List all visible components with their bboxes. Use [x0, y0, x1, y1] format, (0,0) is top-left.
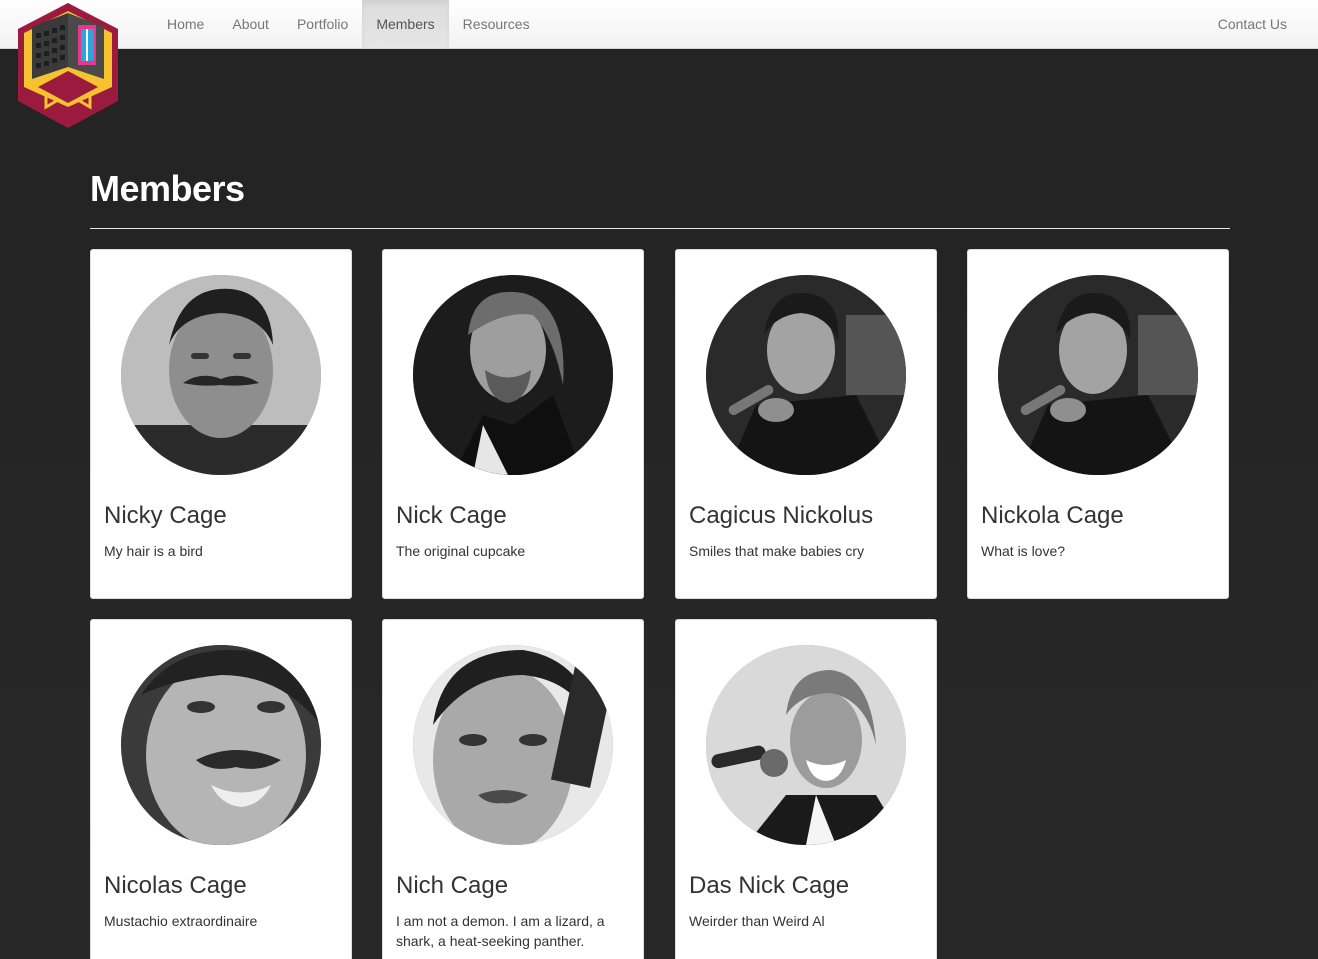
- member-name: Nich Cage: [396, 872, 509, 899]
- page: Home About Portfolio Members Resources C…: [0, 0, 1318, 959]
- top-navbar: Home About Portfolio Members Resources C…: [0, 0, 1318, 49]
- member-card[interactable]: Nicolas Cage Mustachio extraordinaire: [90, 619, 352, 959]
- title-divider: [90, 228, 1230, 229]
- member-card[interactable]: Nich Cage I am not a demon. I am a lizar…: [382, 619, 644, 959]
- member-tagline: Smiles that make babies cry: [689, 543, 865, 559]
- member-photo: [706, 645, 906, 845]
- member-tagline: What is love?: [981, 543, 1066, 559]
- member-name: Cagicus Nickolus: [689, 502, 874, 529]
- logo-icon: [18, 3, 118, 128]
- portrait-icon: [413, 275, 613, 475]
- portrait-icon: [413, 645, 613, 845]
- member-tagline: The original cupcake: [396, 543, 526, 559]
- nav-item-home[interactable]: Home: [153, 0, 218, 48]
- portrait-icon: [706, 645, 906, 845]
- page-title: Members: [90, 168, 245, 209]
- nav-item-resources[interactable]: Resources: [449, 0, 544, 48]
- portrait-icon: [706, 275, 906, 475]
- member-photo: [121, 275, 321, 475]
- portrait-icon: [121, 275, 321, 475]
- member-card[interactable]: Nicky Cage My hair is a bird: [90, 249, 352, 599]
- nav-item-members[interactable]: Members: [362, 0, 449, 48]
- member-card[interactable]: Nickola Cage What is love?: [967, 249, 1229, 599]
- member-name: Nick Cage: [396, 502, 507, 529]
- site-logo[interactable]: [16, 3, 120, 129]
- member-photo: [413, 275, 613, 475]
- member-tagline: My hair is a bird: [104, 543, 203, 559]
- portrait-icon: [998, 275, 1198, 475]
- member-tagline: Mustachio extraordinaire: [104, 913, 258, 929]
- member-name: Nicolas Cage: [104, 872, 247, 899]
- member-name: Nickola Cage: [981, 502, 1124, 529]
- member-photo: [998, 275, 1198, 475]
- member-tagline: Weirder than Weird Al: [689, 913, 825, 929]
- member-tagline: I am not a demon. I am a lizard, a shark…: [396, 913, 605, 949]
- member-card[interactable]: Cagicus Nickolus Smiles that make babies…: [675, 249, 937, 599]
- nav-links: Home About Portfolio Members Resources: [153, 0, 544, 48]
- portrait-icon: [121, 645, 321, 845]
- member-card[interactable]: Nick Cage The original cupcake: [382, 249, 644, 599]
- nav-item-contact-us[interactable]: Contact Us: [1218, 0, 1287, 48]
- member-name: Nicky Cage: [104, 502, 227, 529]
- member-photo: [413, 645, 613, 845]
- member-name: Das Nick Cage: [689, 872, 850, 899]
- nav-item-portfolio[interactable]: Portfolio: [283, 0, 362, 48]
- member-card[interactable]: Das Nick Cage Weirder than Weird Al: [675, 619, 937, 959]
- member-photo: [121, 645, 321, 845]
- nav-item-about[interactable]: About: [218, 0, 283, 48]
- member-photo: [706, 275, 906, 475]
